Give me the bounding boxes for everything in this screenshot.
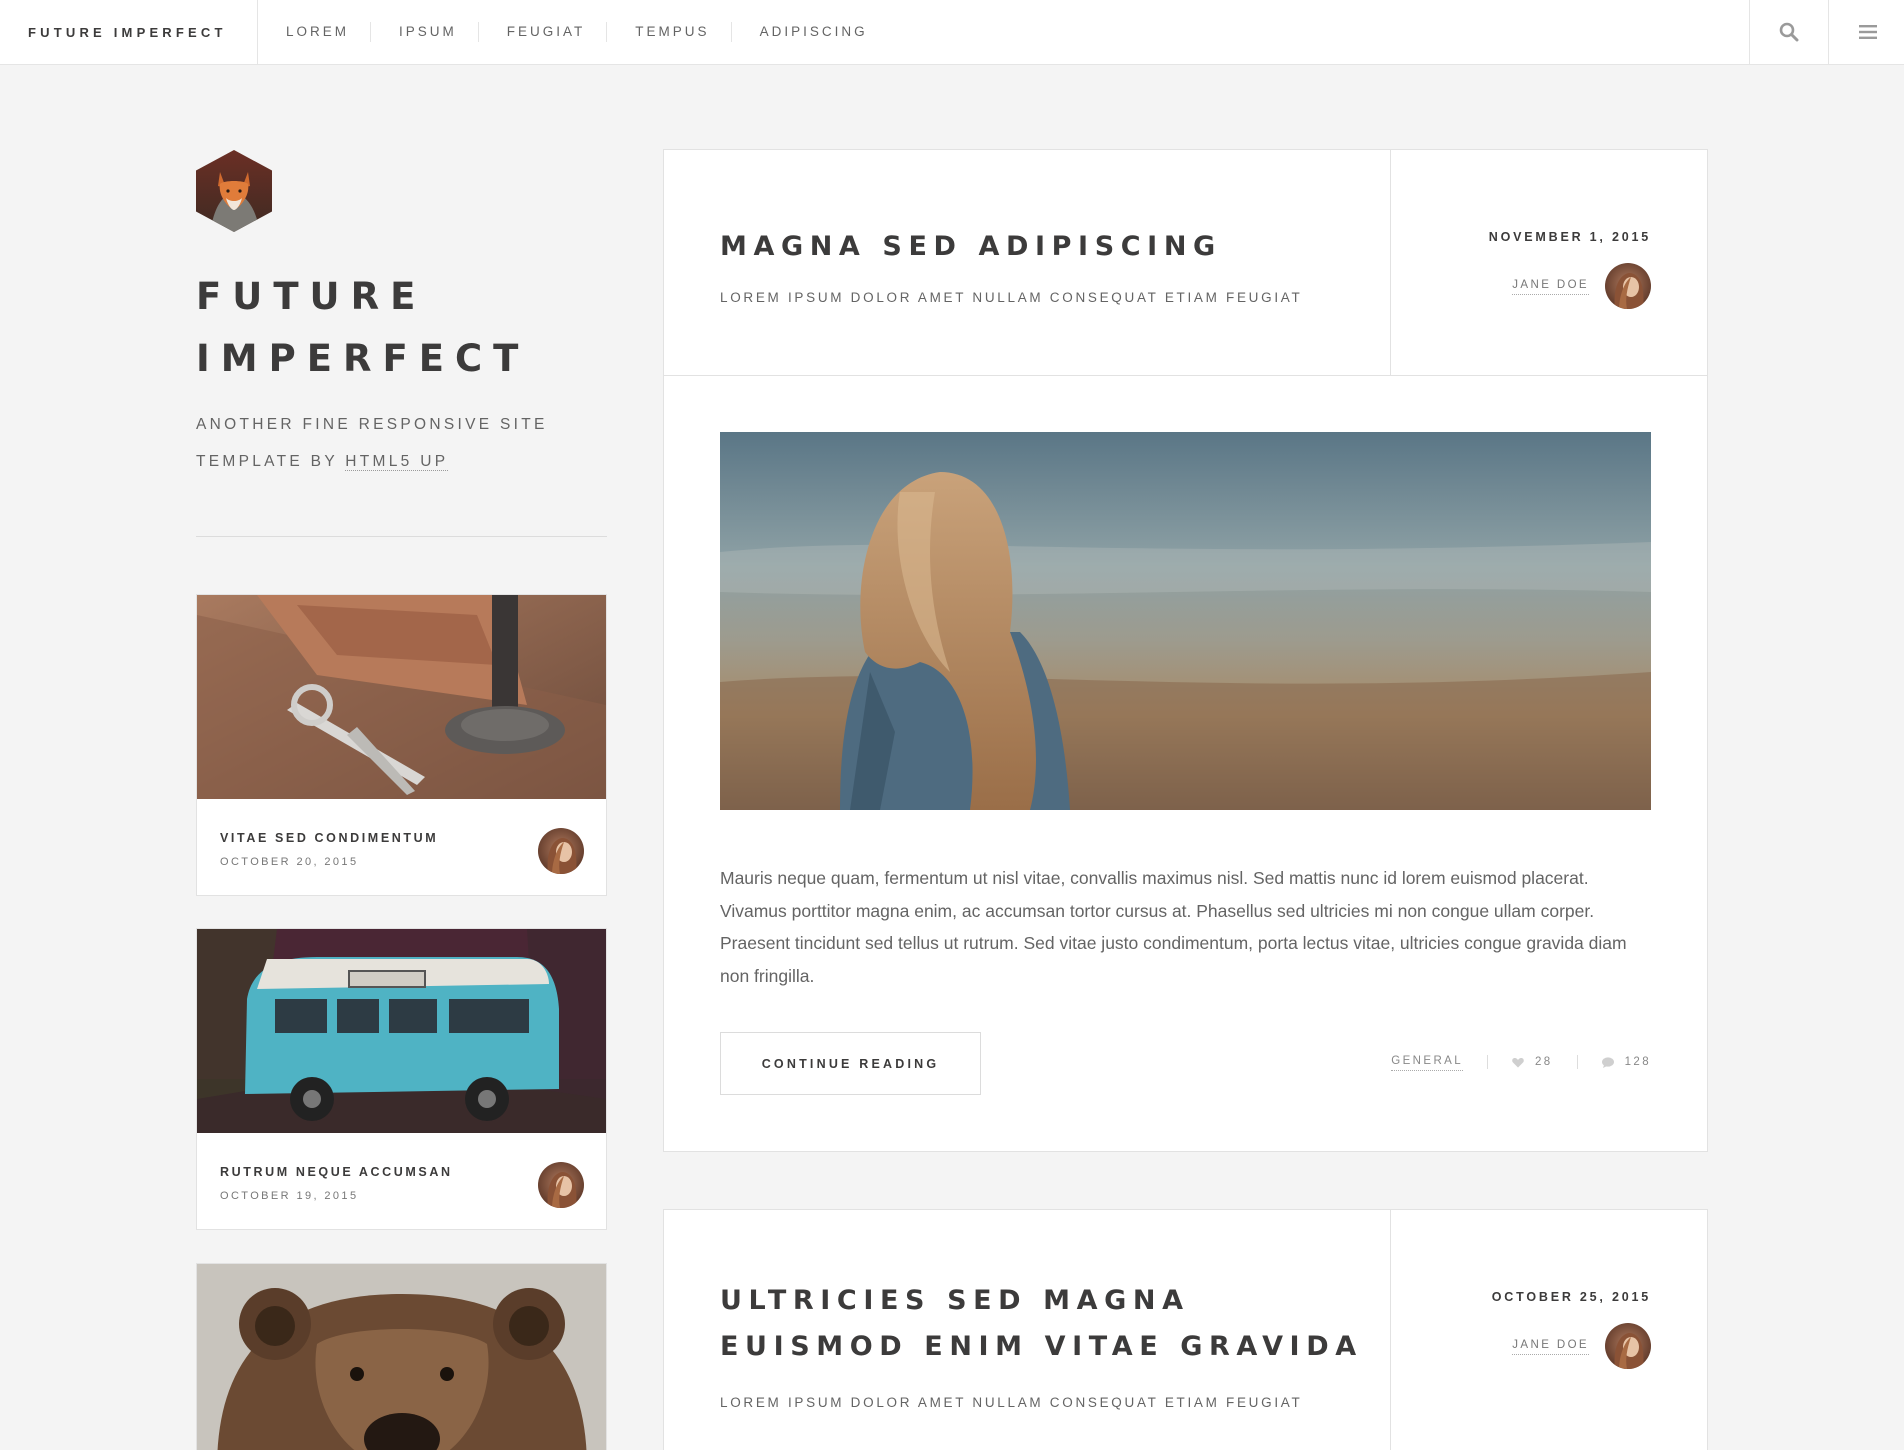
comments-stat[interactable]: 128 (1601, 1056, 1651, 1068)
post-date: NOVEMBER 1, 2015 (1488, 230, 1651, 244)
mini-post-image[interactable] (197, 1264, 606, 1450)
sidebar-divider (196, 536, 607, 537)
site-title-line2: IMPERFECT (196, 337, 530, 380)
site-title-line1: FUTURE (196, 275, 427, 318)
mini-post-date: OCTOBER 20, 2015 (220, 856, 359, 868)
stats-divider (1576, 1055, 1578, 1069)
nav-item-feugiat[interactable]: FEUGIAT (477, 22, 607, 42)
search-button[interactable] (1749, 0, 1828, 64)
mini-post-meta: VITAE SED CONDIMENTUM OCTOBER 20, 2015 (197, 804, 606, 895)
post-subtitle: LOREM IPSUM DOLOR AMET NULLAM CONSEQUAT … (720, 1395, 1303, 1410)
nav-item-adipiscing[interactable]: ADIPISCING (730, 22, 889, 42)
mini-post (196, 1263, 607, 1450)
search-icon (1779, 22, 1799, 42)
likes-count: 28 (1535, 1056, 1553, 1068)
post-title-line2: EUISMOD ENIM VITAE GRAVIDA (720, 1331, 1363, 1362)
post-title[interactable]: MAGNA SED ADIPISCING (720, 224, 1222, 270)
post-author-name[interactable]: JANE DOE (1512, 1336, 1589, 1355)
post-category-tag[interactable]: GENERAL (1391, 1053, 1464, 1071)
site-subtitle: ANOTHER FINE RESPONSIVE SITE TEMPLATE BY… (196, 406, 596, 480)
author-avatar[interactable] (1605, 1323, 1651, 1369)
menu-icon (1859, 25, 1877, 39)
author-avatar[interactable] (1605, 263, 1651, 309)
main-nav: LOREM IPSUM FEUGIAT TEMPUS ADIPISCING (258, 0, 889, 64)
nav-item-ipsum[interactable]: IPSUM (370, 22, 478, 42)
post-article: ULTRICIES SED MAGNA EUISMOD ENIM VITAE G… (663, 1209, 1708, 1450)
post-title-area: MAGNA SED ADIPISCING LOREM IPSUM DOLOR A… (664, 150, 1391, 375)
post-subtitle: LOREM IPSUM DOLOR AMET NULLAM CONSEQUAT … (720, 290, 1303, 305)
post-excerpt: Mauris neque quam, fermentum ut nisl vit… (720, 868, 1627, 986)
heart-icon (1512, 1057, 1524, 1067)
post-featured-image[interactable] (720, 432, 1651, 810)
author-avatar[interactable] (538, 828, 584, 874)
post-title-area: ULTRICIES SED MAGNA EUISMOD ENIM VITAE G… (664, 1210, 1391, 1450)
stats-divider (1487, 1055, 1489, 1069)
site-title: FUTURE IMPERFECT (196, 266, 636, 390)
comments-count: 128 (1624, 1056, 1651, 1068)
comment-icon (1601, 1056, 1614, 1068)
top-header: FUTURE IMPERFECT LOREM IPSUM FEUGIAT TEM… (0, 0, 1904, 65)
post-title[interactable]: ULTRICIES SED MAGNA EUISMOD ENIM VITAE G… (720, 1278, 1363, 1370)
post-header: MAGNA SED ADIPISCING LOREM IPSUM DOLOR A… (664, 150, 1707, 376)
mini-post: VITAE SED CONDIMENTUM OCTOBER 20, 2015 (196, 594, 607, 896)
mini-post-date: OCTOBER 19, 2015 (220, 1190, 359, 1202)
post-article: MAGNA SED ADIPISCING LOREM IPSUM DOLOR A… (663, 149, 1708, 1152)
nav-item-tempus[interactable]: TEMPUS (606, 22, 730, 42)
nav-item-lorem[interactable]: LOREM (258, 22, 370, 42)
mini-post-image[interactable] (197, 595, 606, 799)
continue-reading-button[interactable]: CONTINUE READING (720, 1032, 981, 1095)
mini-post-title[interactable]: RUTRUM NEQUE ACCUMSAN (220, 1165, 453, 1179)
mini-post: RUTRUM NEQUE ACCUMSAN OCTOBER 19, 2015 (196, 928, 607, 1230)
brand-logo-text[interactable]: FUTURE IMPERFECT (0, 0, 258, 64)
post-stats: GENERAL 28 128 (1391, 1053, 1651, 1071)
author-avatar[interactable] (538, 1162, 584, 1208)
html5up-link[interactable]: HTML5 UP (345, 453, 449, 471)
likes-stat[interactable]: 28 (1512, 1056, 1553, 1068)
post-header: ULTRICIES SED MAGNA EUISMOD ENIM VITAE G… (664, 1210, 1707, 1450)
mini-post-title[interactable]: VITAE SED CONDIMENTUM (220, 831, 438, 845)
mini-post-meta: RUTRUM NEQUE ACCUMSAN OCTOBER 19, 2015 (197, 1138, 606, 1229)
post-date: OCTOBER 25, 2015 (1491, 1290, 1651, 1304)
fox-logo-icon[interactable] (196, 150, 272, 232)
post-author-name[interactable]: JANE DOE (1512, 276, 1589, 295)
menu-button[interactable] (1828, 0, 1904, 64)
mini-post-image[interactable] (197, 929, 606, 1133)
post-title-line1: ULTRICIES SED MAGNA (720, 1285, 1190, 1316)
